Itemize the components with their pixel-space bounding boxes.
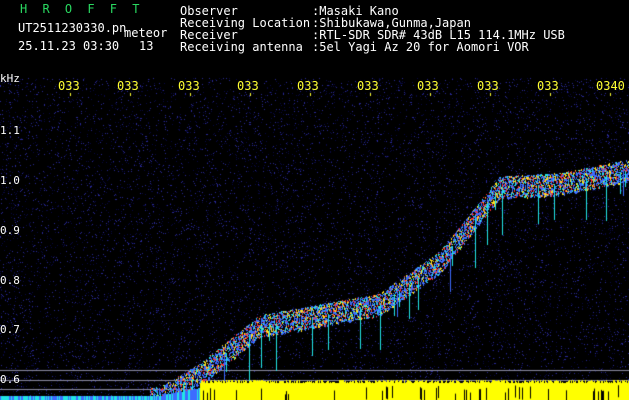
time-tick-label-last: 0340 (596, 80, 625, 93)
time-tick-label: 033 (537, 80, 559, 93)
filename-label: UT2511230330.pn (18, 21, 127, 35)
meteor-count-label: 13 (139, 39, 154, 53)
time-tick-label: 033 (297, 80, 319, 93)
spectrogram-plot (0, 0, 629, 400)
hrofft-spectrogram-window: H R O F F T UT2511230330.pn meteor 25.11… (0, 0, 629, 400)
datetime-label: 25.11.23 03:30 (18, 39, 120, 53)
time-tick-label: 033 (477, 80, 499, 93)
frequency-tick-label: 1.0 (0, 174, 20, 187)
frequency-tick-label: 0.7 (0, 323, 20, 336)
time-tick-label: 033 (178, 80, 200, 93)
time-tick-label: 033 (117, 80, 139, 93)
time-tick-label: 033 (237, 80, 259, 93)
frequency-tick-label: 1.1 (0, 124, 20, 137)
time-tick-label: 033 (357, 80, 379, 93)
antenna-label: Receiving antenna (180, 40, 303, 54)
frequency-tick-label: 0.6 (0, 373, 20, 386)
antenna-value: :5el Yagi Az 20 for Aomori VOR (312, 40, 529, 54)
frequency-tick-label: 0.9 (0, 224, 20, 237)
observation-type-label: meteor (124, 26, 168, 40)
program-name: H R O F F T (20, 2, 144, 16)
time-tick-label: 033 (58, 80, 80, 93)
time-tick-label: 033 (417, 80, 439, 93)
frequency-tick-label: 0.8 (0, 274, 20, 287)
frequency-unit-label: kHz (0, 72, 20, 85)
